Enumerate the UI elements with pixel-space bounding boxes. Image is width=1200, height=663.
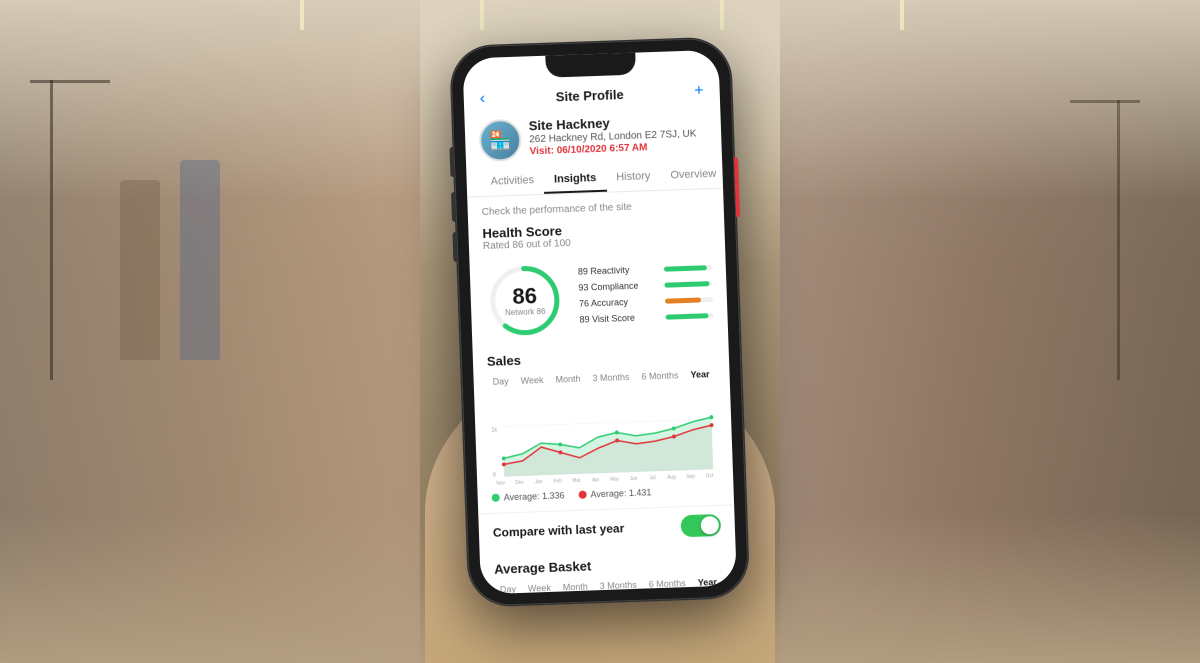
svg-text:Feb: Feb	[554, 478, 563, 484]
gauge-network-label: Network 86	[505, 306, 546, 316]
site-details: Site Hackney 262 Hackney Rd, London E2 7…	[529, 112, 708, 157]
svg-text:Apr: Apr	[592, 477, 600, 483]
metric-compliance-label: 93 Compliance	[578, 279, 658, 292]
chart-legend: Average: 1.336 Average: 1.431	[492, 484, 720, 502]
compare-toggle[interactable]	[680, 513, 721, 536]
svg-text:1k: 1k	[491, 427, 497, 433]
sales-time-tabs: Day Week Month 3 Months 6 Months Year	[487, 366, 715, 388]
metric-compliance: 93 Compliance	[578, 278, 712, 293]
time-tab-3months[interactable]: 3 Months	[587, 369, 634, 385]
compare-label: Compare with last year	[493, 521, 625, 540]
phone-screen: ‹ Site Profile + Site Hackney 262 Hackne…	[462, 49, 737, 594]
visit-label: Visit:	[529, 145, 554, 157]
site-info: Site Hackney 262 Hackney Rd, London E2 7…	[464, 105, 722, 170]
metric-reactivity-label: 89 Reactivity	[578, 263, 658, 276]
sales-title: Sales	[487, 346, 715, 369]
metric-visit-score: 89 Visit Score	[579, 310, 713, 325]
avg-basket-tab-year[interactable]: Year	[693, 574, 723, 589]
sales-block: Sales Day Week Month 3 Months 6 Months Y…	[487, 346, 720, 503]
legend-dot-red	[578, 490, 586, 498]
metric-visit-score-track	[665, 312, 713, 319]
average-basket-section: Average Basket Day Week Month 3 Months 6…	[480, 543, 737, 594]
gauge-text: 86 Network 86	[483, 259, 566, 342]
avg-basket-tab-3months[interactable]: 3 Months	[595, 577, 642, 593]
phone-notch	[545, 52, 636, 77]
time-tab-week[interactable]: Week	[515, 372, 548, 387]
gauge-circle: 86 Network 86	[483, 259, 566, 342]
tab-overview[interactable]: Overview	[660, 161, 727, 189]
scene: ‹ Site Profile + Site Hackney 262 Hackne…	[0, 0, 1200, 663]
gauge-number: 86	[512, 284, 537, 307]
legend-current-year: Average: 1.431	[578, 487, 651, 500]
tab-history[interactable]: History	[606, 163, 661, 191]
phone-frame: ‹ Site Profile + Site Hackney 262 Hackne…	[450, 37, 749, 606]
avg-basket-time-tabs: Day Week Month 3 Months 6 Months Year	[495, 574, 723, 593]
add-button[interactable]: +	[694, 82, 704, 100]
sales-chart-svg: 1k 0	[488, 388, 719, 486]
tab-activities[interactable]: Activities	[480, 167, 544, 195]
svg-text:Sep: Sep	[686, 473, 695, 479]
health-score-block: Health Score Rated 86 out of 100	[482, 218, 714, 342]
svg-text:Dec: Dec	[515, 479, 524, 485]
metric-compliance-track	[664, 280, 712, 287]
metric-visit-score-fill	[665, 312, 708, 318]
chart-dot-ly-7	[615, 430, 619, 434]
svg-text:Mar: Mar	[572, 477, 581, 483]
svg-text:Jun: Jun	[630, 475, 638, 481]
health-score-content: 86 Network 86 89 Reactivity	[483, 254, 714, 342]
sales-chart: 1k 0	[488, 388, 719, 486]
metric-accuracy-track	[665, 296, 713, 303]
time-tab-6months[interactable]: 6 Months	[636, 368, 683, 384]
insights-section: Check the performance of the site Health…	[467, 188, 734, 513]
avg-basket-tab-month[interactable]: Month	[558, 579, 593, 594]
avg-basket-tab-6months[interactable]: 6 Months	[644, 575, 691, 591]
svg-text:Jan: Jan	[535, 478, 543, 484]
legend-last-year-label: Average: 1.336	[504, 490, 565, 502]
section-subtitle: Check the performance of the site	[482, 199, 710, 218]
avg-basket-title: Average Basket	[494, 553, 722, 576]
page-title: Site Profile	[485, 84, 695, 106]
metric-reactivity-track	[664, 264, 712, 271]
legend-current-year-label: Average: 1.431	[590, 487, 651, 499]
metric-reactivity-fill	[664, 264, 707, 270]
screen-content[interactable]: ‹ Site Profile + Site Hackney 262 Hackne…	[462, 49, 737, 594]
legend-dot-green	[492, 493, 500, 501]
avg-basket-tab-week[interactable]: Week	[523, 580, 556, 594]
svg-text:Nov: Nov	[496, 480, 505, 486]
svg-text:Aug: Aug	[667, 474, 676, 480]
chart-dot-ly-10	[672, 426, 676, 430]
svg-text:0: 0	[493, 472, 497, 478]
legend-last-year: Average: 1.336	[492, 490, 565, 503]
chart-dot-ly-1	[502, 456, 506, 460]
time-tab-day[interactable]: Day	[487, 374, 513, 389]
chart-dot-ly-12	[709, 415, 713, 419]
phone-wrapper: ‹ Site Profile + Site Hackney 262 Hackne…	[450, 37, 749, 606]
metric-accuracy-fill	[665, 296, 702, 302]
metric-accuracy: 76 Accuracy	[579, 294, 713, 309]
metric-compliance-fill	[664, 280, 709, 287]
site-avatar	[479, 118, 522, 161]
chart-dot-ly-4	[558, 442, 562, 446]
time-tab-month[interactable]: Month	[550, 371, 585, 386]
svg-text:May: May	[610, 476, 620, 482]
time-tab-year[interactable]: Year	[685, 367, 715, 382]
metric-reactivity: 89 Reactivity	[578, 262, 712, 277]
svg-text:Oct: Oct	[706, 473, 714, 479]
metrics-list: 89 Reactivity 93 Compliance	[578, 262, 714, 331]
svg-text:Jul: Jul	[650, 475, 656, 481]
avg-basket-tab-day[interactable]: Day	[495, 581, 521, 593]
tab-insights[interactable]: Insights	[544, 165, 607, 193]
metric-visit-score-label: 89 Visit Score	[579, 311, 659, 324]
metric-accuracy-label: 76 Accuracy	[579, 295, 659, 308]
